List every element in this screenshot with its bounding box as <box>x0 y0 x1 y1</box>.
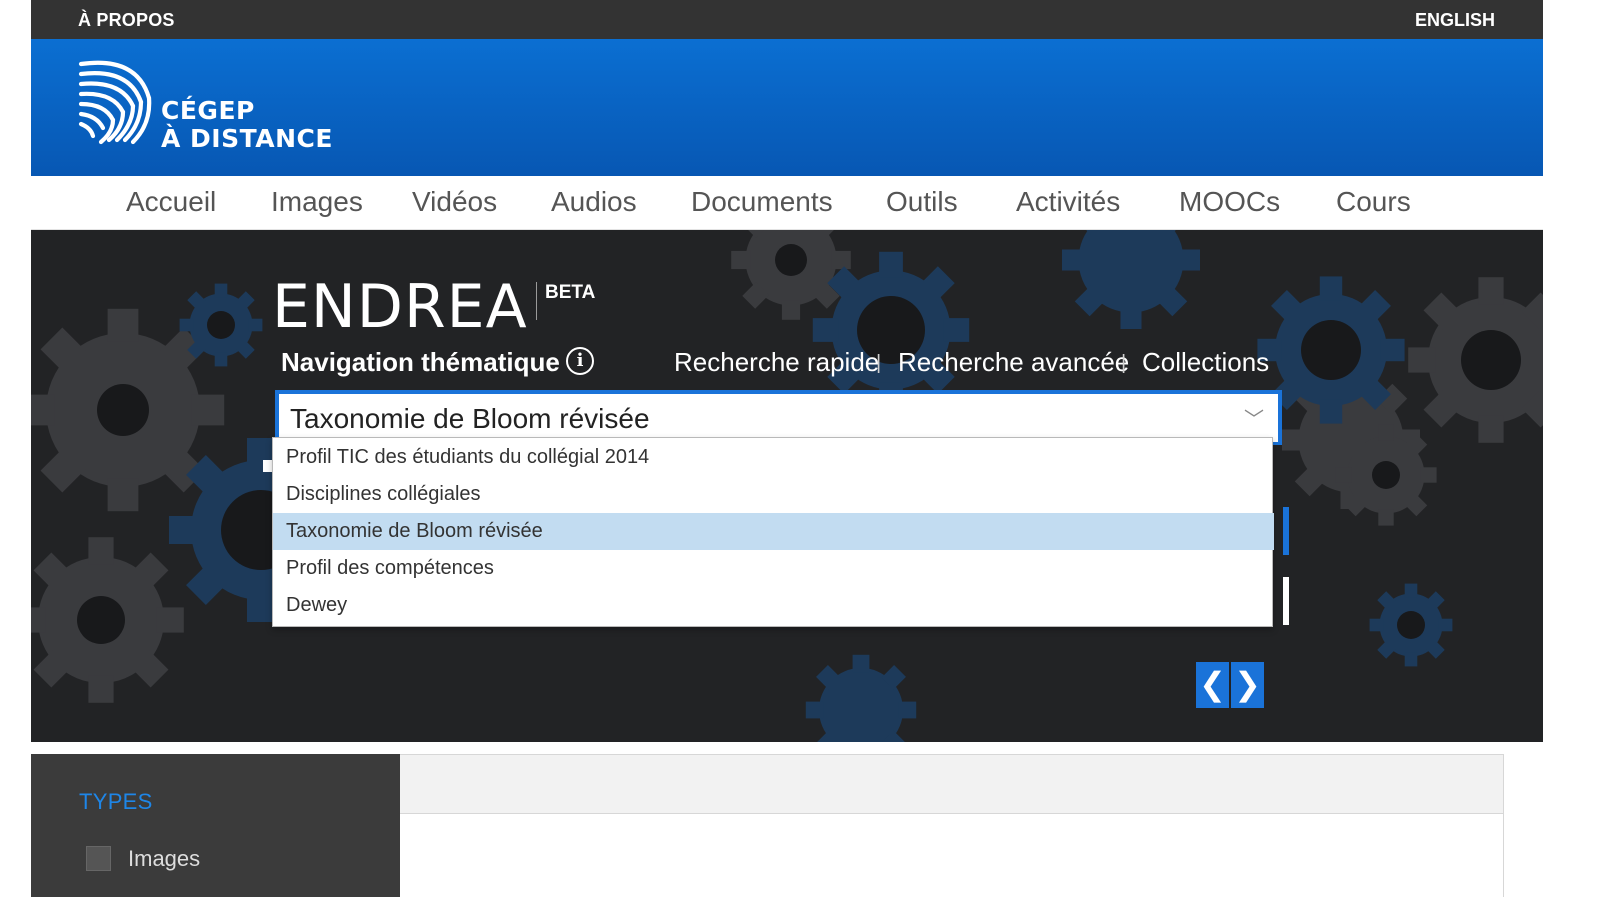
nav-item-cours[interactable]: Cours <box>1336 186 1411 218</box>
link-separator: | <box>1121 352 1127 374</box>
chevron-left-icon[interactable]: ❮ <box>1196 662 1229 708</box>
dropdown-option-selected[interactable]: Taxonomie de Bloom révisée <box>273 513 1274 550</box>
dropdown-option[interactable]: Profil TIC des étudiants du collégial 20… <box>273 439 1274 476</box>
nav-item-activites[interactable]: Activités <box>1016 186 1120 218</box>
brand-line-1: CÉGEP <box>161 96 255 125</box>
dropdown-option[interactable]: Disciplines collégiales <box>273 476 1274 513</box>
results-area <box>400 814 1504 897</box>
cegep-logo[interactable]: CÉGEP À DISTANCE <box>77 58 337 158</box>
section-title: Navigation thématique <box>281 347 560 377</box>
images-checkbox[interactable] <box>86 846 111 871</box>
nav-item-images[interactable]: Images <box>271 186 363 218</box>
images-checkbox-label[interactable]: Images <box>128 846 200 872</box>
beta-divider <box>536 282 537 320</box>
brand-line-2: À DISTANCE <box>161 124 333 153</box>
types-heading: TYPES <box>79 789 153 814</box>
info-icon[interactable]: i <box>566 347 594 375</box>
beta-badge: BETA <box>545 282 596 303</box>
cegep-logo-mark <box>78 60 152 145</box>
main-nav: Accueil Images Vidéos Audios Documents O… <box>31 176 1543 230</box>
nav-item-accueil[interactable]: Accueil <box>126 186 216 218</box>
advanced-search-link[interactable]: Recherche avancée <box>898 347 1129 378</box>
top-bar: À PROPOS ENGLISH <box>31 0 1543 39</box>
chevron-right-icon[interactable]: ❯ <box>1231 662 1264 708</box>
nav-item-videos[interactable]: Vidéos <box>412 186 497 218</box>
nav-item-documents[interactable]: Documents <box>691 186 833 218</box>
language-switch-link[interactable]: ENGLISH <box>1415 10 1495 31</box>
dropdown-option[interactable]: Profil des compétences <box>273 550 1274 587</box>
page: À PROPOS ENGLISH CÉGEP À DISTANCE Accuei… <box>31 0 1543 897</box>
filters-sidebar: TYPES Images <box>31 754 400 897</box>
search-button-edge <box>1283 507 1289 555</box>
endrea-title: ENDREA <box>272 272 528 342</box>
quick-search-link[interactable]: Recherche rapide <box>674 347 879 378</box>
dropdown-option[interactable]: Dewey <box>273 587 1274 624</box>
link-separator: | <box>876 352 882 374</box>
brand-header: CÉGEP À DISTANCE <box>31 39 1543 176</box>
collections-link[interactable]: Collections <box>1142 347 1269 378</box>
chevron-down-icon[interactable]: ﹀ <box>1244 403 1264 432</box>
taxonomy-dropdown: Profil TIC des étudiants du collégial 20… <box>272 437 1274 627</box>
nav-item-moocs[interactable]: MOOCs <box>1179 186 1280 218</box>
results-toolbar <box>400 754 1504 814</box>
hero-banner: ENDREA BETA Navigation thématique i Rech… <box>31 230 1543 742</box>
about-link[interactable]: À PROPOS <box>78 10 175 31</box>
nav-item-audios[interactable]: Audios <box>551 186 637 218</box>
taxonomy-select-value[interactable]: Taxonomie de Bloom révisée <box>290 403 650 435</box>
panel-edge <box>1283 577 1289 625</box>
nav-item-outils[interactable]: Outils <box>886 186 958 218</box>
